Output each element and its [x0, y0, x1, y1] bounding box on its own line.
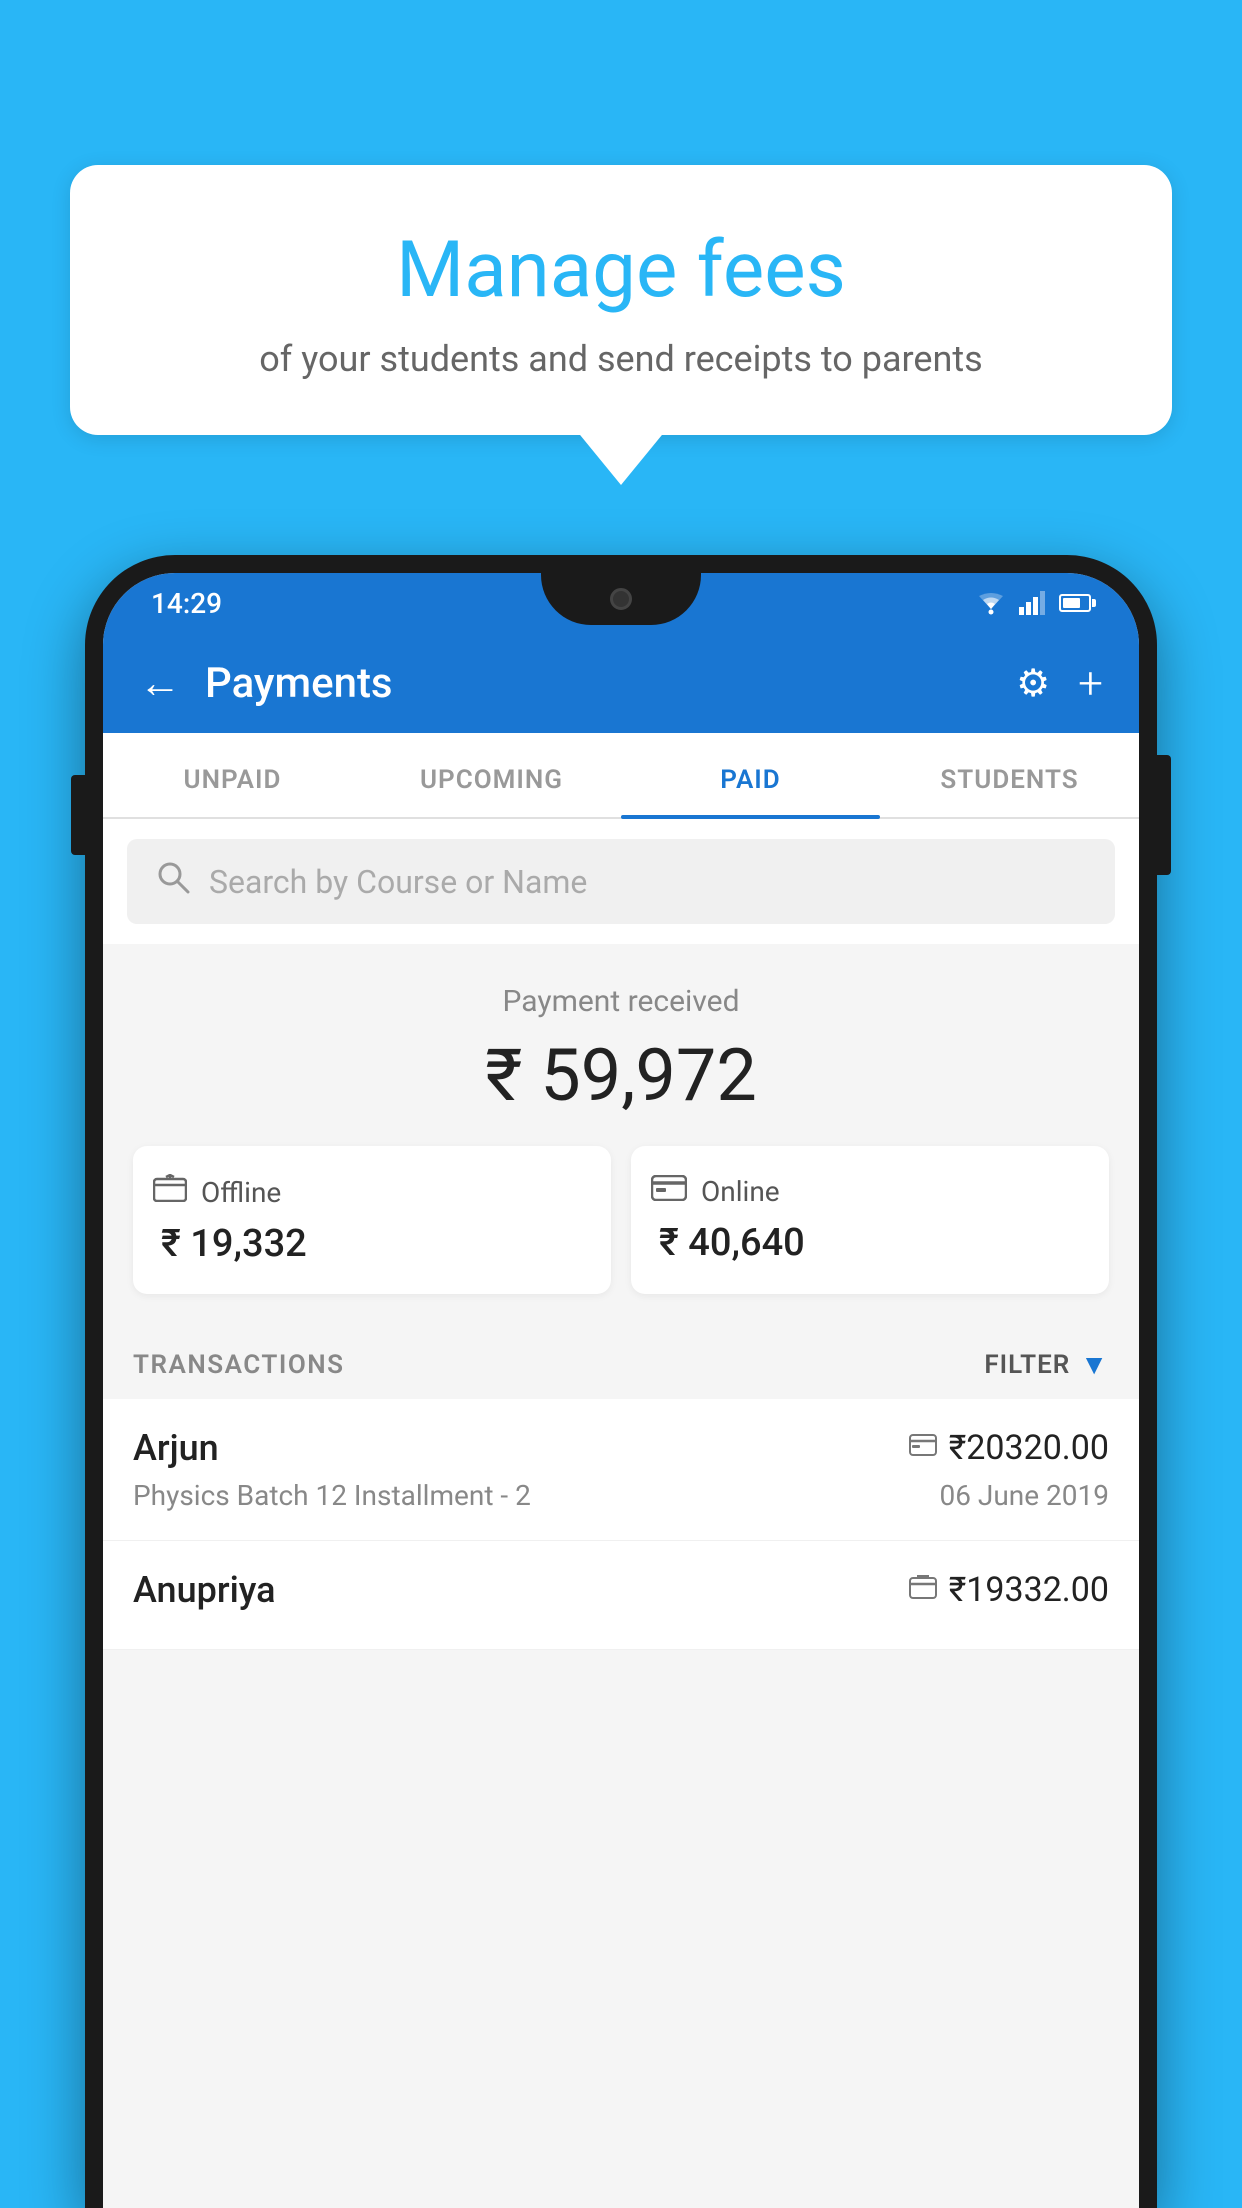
transaction-row-2[interactable]: Anupriya ₹19332.00	[103, 1541, 1139, 1650]
filter-label: FILTER	[984, 1350, 1070, 1380]
tab-paid[interactable]: PAID	[621, 733, 880, 817]
transaction-pay-icon-2	[909, 1575, 937, 1606]
filter-icon: ▼	[1080, 1348, 1109, 1381]
signal-icon	[1019, 591, 1047, 615]
tab-students[interactable]: STUDENTS	[880, 733, 1139, 817]
bubble-subtitle: of your students and send receipts to pa…	[130, 338, 1112, 380]
transaction-amount-2: ₹19332.00	[949, 1570, 1109, 1610]
payment-cards: Offline ₹ 19,332	[133, 1146, 1109, 1294]
online-card-header: Online	[651, 1174, 1089, 1209]
payment-summary: Payment received ₹ 59,972	[103, 944, 1139, 1324]
offline-card: Offline ₹ 19,332	[133, 1146, 611, 1294]
tabs: UNPAID UPCOMING PAID STUDENTS	[103, 733, 1139, 819]
transaction-amount-wrap-1: ₹20320.00	[909, 1428, 1109, 1468]
status-bar: 14:29	[103, 573, 1139, 633]
app-title: Payments	[205, 659, 992, 708]
tab-upcoming[interactable]: UPCOMING	[362, 733, 621, 817]
payment-label: Payment received	[133, 984, 1109, 1019]
phone-screen: 14:29	[103, 573, 1139, 2208]
offline-type: Offline	[201, 1176, 281, 1209]
transaction-date-1: 06 June 2019	[939, 1479, 1109, 1512]
search-box[interactable]: Search by Course or Name	[127, 839, 1115, 924]
transaction-top-2: Anupriya ₹19332.00	[133, 1569, 1109, 1611]
online-card: Online ₹ 40,640	[631, 1146, 1109, 1294]
app-bar: ← Payments ⚙ +	[103, 633, 1139, 733]
transaction-name-2: Anupriya	[133, 1569, 276, 1611]
filter-button[interactable]: FILTER ▼	[984, 1348, 1109, 1381]
online-amount: ₹ 40,640	[651, 1221, 1089, 1265]
tab-unpaid[interactable]: UNPAID	[103, 733, 362, 817]
transaction-name-1: Arjun	[133, 1427, 219, 1469]
offline-icon	[153, 1174, 187, 1210]
back-button[interactable]: ←	[139, 659, 181, 708]
online-icon	[651, 1174, 687, 1209]
search-input[interactable]: Search by Course or Name	[209, 863, 587, 901]
offline-card-header: Offline	[153, 1174, 591, 1210]
notch	[541, 573, 701, 625]
phone-frame: 14:29	[85, 555, 1157, 2208]
wifi-icon	[975, 591, 1007, 615]
search-container: Search by Course or Name	[103, 819, 1139, 944]
payment-total: ₹ 59,972	[133, 1033, 1109, 1118]
transaction-amount-wrap-2: ₹19332.00	[909, 1570, 1109, 1610]
transaction-row[interactable]: Arjun ₹20320.00 Physics Batch 1	[103, 1399, 1139, 1541]
app-bar-actions: ⚙ +	[1016, 657, 1103, 709]
background: Manage fees of your students and send re…	[0, 0, 1242, 2208]
transaction-amount-1: ₹20320.00	[949, 1428, 1109, 1468]
add-button[interactable]: +	[1078, 657, 1103, 709]
status-time: 14:29	[151, 587, 222, 620]
speech-bubble: Manage fees of your students and send re…	[70, 165, 1172, 435]
offline-amount: ₹ 19,332	[153, 1222, 591, 1266]
settings-button[interactable]: ⚙	[1016, 661, 1050, 706]
transaction-pay-icon-1	[909, 1433, 937, 1463]
battery-icon	[1059, 594, 1091, 612]
transaction-course-1: Physics Batch 12 Installment - 2	[133, 1479, 531, 1512]
transaction-top-1: Arjun ₹20320.00	[133, 1427, 1109, 1469]
camera-dot	[610, 588, 632, 610]
search-icon	[155, 859, 191, 904]
transactions-header: TRANSACTIONS FILTER ▼	[103, 1324, 1139, 1399]
online-type: Online	[701, 1175, 780, 1208]
status-icons	[975, 591, 1091, 615]
transactions-label: TRANSACTIONS	[133, 1350, 345, 1380]
transaction-bottom-1: Physics Batch 12 Installment - 2 06 June…	[133, 1479, 1109, 1512]
bubble-title: Manage fees	[130, 225, 1112, 316]
